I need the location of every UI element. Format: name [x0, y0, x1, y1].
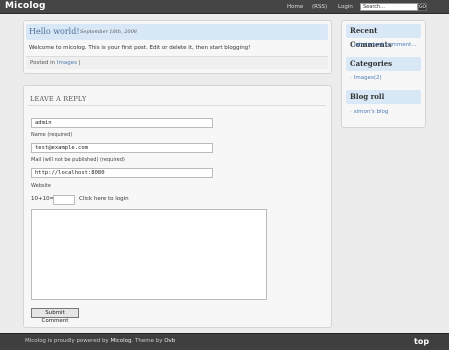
nav-login-link[interactable]: Login: [338, 4, 353, 10]
blogroll-title: Blog roll: [346, 90, 421, 104]
login-link[interactable]: Click here to login: [79, 196, 129, 202]
post-date: September 18th, 2008: [80, 29, 137, 35]
bullet-icon: ·: [350, 109, 352, 115]
recent-comment-item[interactable]: · admin:test comment...: [350, 42, 417, 48]
website-input[interactable]: http://localhost:8080: [31, 168, 213, 178]
blogroll-item[interactable]: · simon's blog: [350, 109, 388, 115]
email-input[interactable]: test@example.com: [31, 143, 213, 153]
reply-title: LEAVE A REPLY: [30, 95, 87, 103]
search-go-button[interactable]: GO: [418, 3, 427, 11]
captcha-input[interactable]: [53, 195, 75, 205]
back-to-top-link[interactable]: top: [414, 337, 429, 346]
post-meta: Posted in Images |: [30, 60, 81, 66]
nav-rss-link[interactable]: (RSS): [312, 4, 327, 10]
site-logo[interactable]: Micolog: [5, 1, 46, 11]
reply-divider: [28, 105, 326, 106]
bullet-icon: ·: [350, 75, 352, 81]
website-label: Website: [31, 183, 51, 189]
name-label: Name (required): [31, 132, 73, 138]
captcha-label: 10+10=: [31, 196, 55, 202]
meta-separator: |: [78, 60, 81, 66]
footer-site-name: Micolog: [25, 338, 47, 344]
footer-theme-link[interactable]: Ovb: [164, 338, 175, 344]
footer-powered-text: is proudly powered by: [46, 338, 111, 344]
submit-comment-button[interactable]: Submit Comment: [31, 308, 79, 324]
post-category-link[interactable]: Images: [57, 60, 77, 66]
recent-comments-title: Recent Comments: [346, 24, 421, 49]
bullet-icon: ·: [350, 42, 352, 48]
search-input[interactable]: Search...: [360, 3, 418, 11]
name-input[interactable]: admin: [31, 118, 213, 128]
posted-in-label: Posted in: [30, 60, 56, 66]
comment-textarea[interactable]: [31, 209, 267, 300]
email-label: Mail (will not be published) (required): [31, 157, 125, 163]
categories-title: Categories: [346, 57, 421, 71]
footer-powered-link[interactable]: Micolog: [110, 338, 131, 344]
post-title[interactable]: Hello world!: [29, 27, 80, 36]
footer-theme-text: . Theme by: [131, 338, 165, 344]
nav-home-link[interactable]: Home: [287, 4, 303, 10]
post-body: Welcome to micolog. This is your first p…: [29, 45, 251, 51]
category-item[interactable]: · Images(2): [350, 75, 382, 81]
footer-text: Micolog is proudly powered by Micolog. T…: [25, 338, 175, 344]
